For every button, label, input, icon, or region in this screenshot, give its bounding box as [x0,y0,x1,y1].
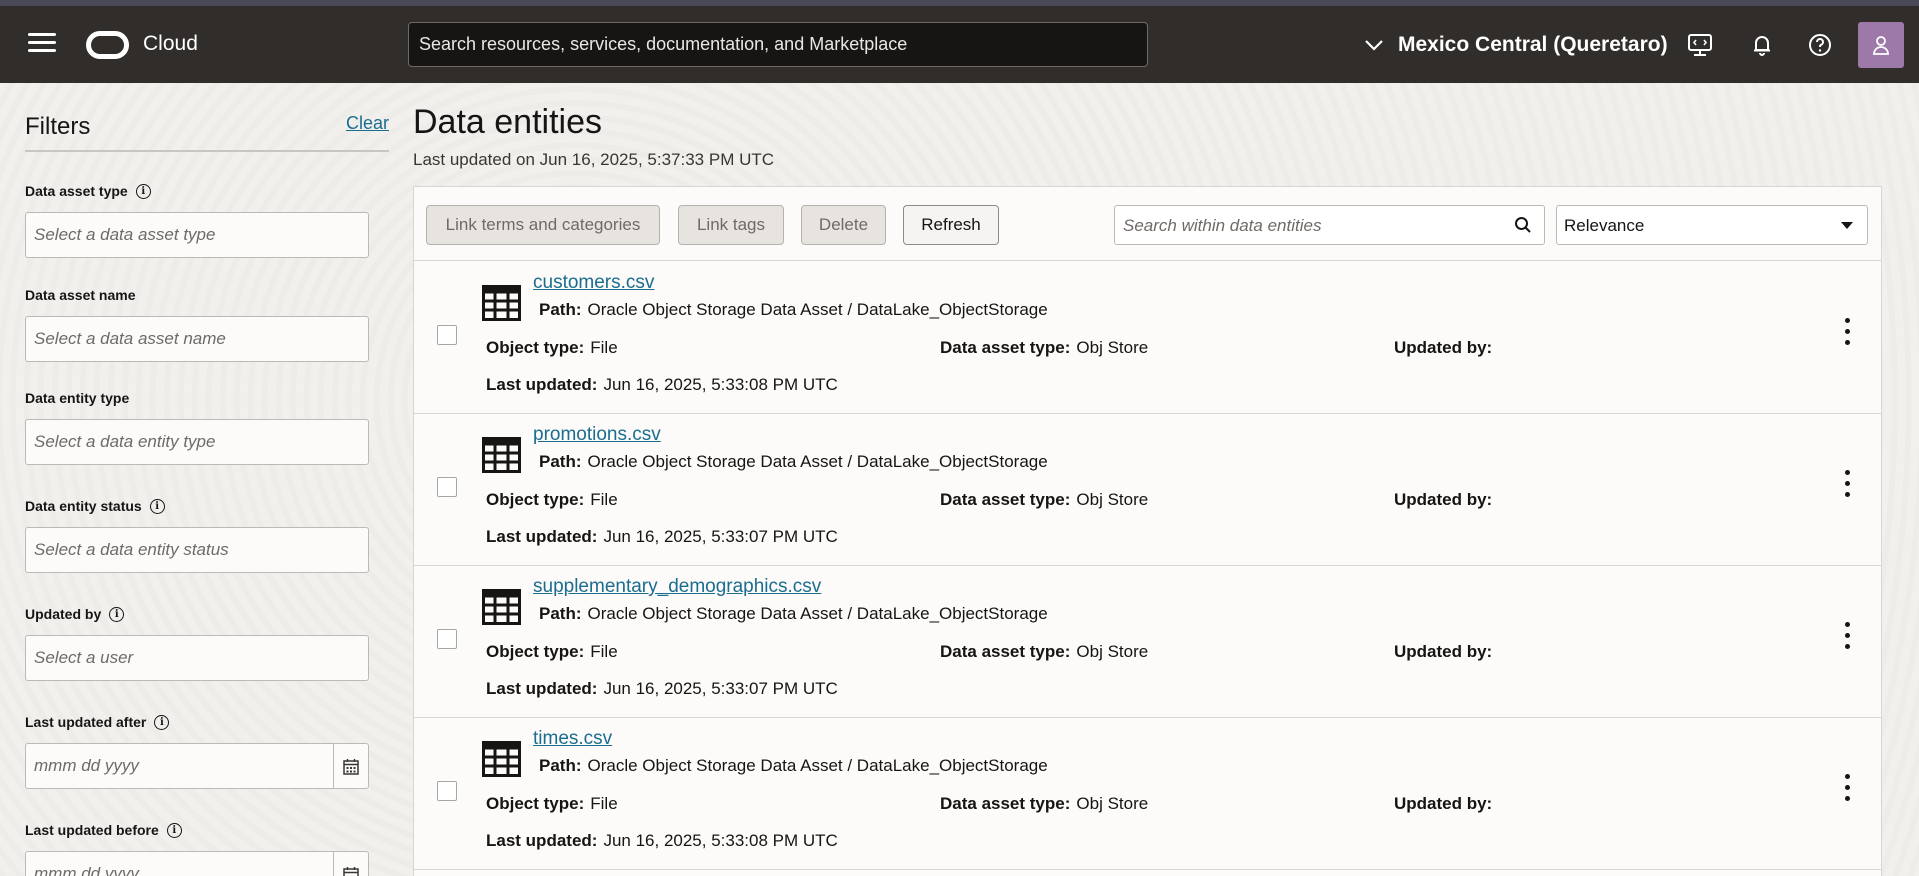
region-label: Mexico Central (Queretaro) [1398,33,1668,56]
data-asset-type-field: Data asset type: Obj Store [940,642,1149,661]
entity-row: customers.csv Path: Oracle Object Storage… [414,262,1881,414]
last-updated-field: Last updated: Jun 16, 2025, 5:33:08 PM UT… [486,831,838,850]
info-icon[interactable]: i [166,822,182,838]
row-checkbox[interactable] [437,781,457,801]
updated-by-field: Updated by: [1394,338,1493,357]
filter-label-last-updated-before: Last updated before i [25,822,182,838]
filters-panel: Filters Clear Data asset type i Select a … [25,83,389,876]
row-checkbox[interactable] [437,629,457,649]
entity-path: Path: Oracle Object Storage Data Asset / … [539,756,1048,775]
entity-name-link[interactable]: supplementary_demographics.csv [533,576,821,598]
data-asset-type-field: Data asset type: Obj Store [940,338,1149,357]
table-icon [482,437,521,473]
filter-label-data-asset-name: Data asset name [25,287,136,303]
last-updated-field: Last updated: Jun 16, 2025, 5:33:07 PM UT… [486,527,838,546]
filters-title: Filters [25,113,91,140]
entity-search-placeholder: Search within data entities [1123,216,1322,235]
caret-down-icon [1841,222,1853,229]
object-type-field: Object type: File [486,490,618,509]
user-icon [1873,36,1889,55]
filters-divider [25,150,389,152]
data-asset-type-select[interactable]: Select a data asset type [25,212,369,258]
data-asset-name-select[interactable]: Select a data asset name [25,316,369,362]
input-divider [333,744,334,788]
help-icon[interactable] [1806,31,1834,59]
object-type-field: Object type: File [486,642,618,661]
last-updated-text: Last updated on Jun 16, 2025, 5:37:33 PM… [413,150,775,169]
table-icon [482,741,521,777]
refresh-button[interactable]: Refresh [903,205,999,245]
updated-by-select[interactable]: Select a user [25,635,369,681]
last-updated-field: Last updated: Jun 16, 2025, 5:33:08 PM UT… [486,375,838,394]
region-selector[interactable]: Mexico Central (Queretaro) [1364,30,1668,60]
global-search-input[interactable]: Search resources, services, documentatio… [408,22,1148,67]
data-asset-type-field: Data asset type: Obj Store [940,794,1149,813]
top-navigation-bar: Cloud Search resources, services, docume… [0,6,1919,83]
info-icon[interactable]: i [149,498,165,514]
entity-name-link[interactable]: customers.csv [533,272,654,294]
filter-label-updated-by: Updated by i [25,606,125,622]
info-icon[interactable]: i [154,714,170,730]
chevron-down-icon [1365,40,1383,51]
page-title: Data entities [413,103,602,141]
bell-icon[interactable] [1748,31,1776,59]
entity-row: supplementary_demographics.csv Path: Orac… [414,566,1881,718]
sort-value: Relevance [1564,216,1645,235]
updated-by-field: Updated by: [1394,794,1493,813]
kebab-menu-icon[interactable] [1839,318,1855,350]
input-divider [333,852,334,876]
sort-select[interactable]: Relevance [1556,205,1868,245]
data-entities-panel: Link terms and categories Link tags Dele… [413,186,1882,876]
brand-label[interactable]: Cloud [143,32,198,56]
last-updated-field: Last updated: Jun 16, 2025, 5:33:07 PM UT… [486,679,838,698]
object-type-field: Object type: File [486,794,618,813]
entity-path: Path: Oracle Object Storage Data Asset / … [539,604,1048,623]
table-icon [482,589,521,625]
entity-search-input[interactable]: Search within data entities [1114,205,1545,245]
link-tags-button[interactable]: Link tags [678,205,784,245]
data-entity-type-select[interactable]: Select a data entity type [25,419,369,465]
search-icon[interactable] [1514,216,1532,234]
last-updated-after-date-input[interactable]: mmm dd yyyy [25,743,369,789]
clear-filters-link[interactable]: Clear [346,113,389,134]
data-entity-status-select[interactable]: Select a data entity status [25,527,369,573]
hamburger-icon[interactable] [28,33,56,57]
kebab-menu-icon[interactable] [1839,774,1855,806]
table-icon [482,285,521,321]
kebab-menu-icon[interactable] [1839,622,1855,654]
info-icon[interactable]: i [109,606,125,622]
filter-label-data-entity-type: Data entity type [25,390,130,406]
entity-name-link[interactable]: times.csv [533,728,612,750]
object-type-field: Object type: File [486,338,618,357]
entity-path: Path: Oracle Object Storage Data Asset / … [539,452,1048,471]
filter-label-data-entity-status: Data entity status i [25,498,165,514]
kebab-menu-icon[interactable] [1839,470,1855,502]
row-checkbox[interactable] [437,477,457,497]
link-terms-button[interactable]: Link terms and categories [426,205,660,245]
entity-path: Path: Oracle Object Storage Data Asset / … [539,300,1048,319]
toolbar: Link terms and categories Link tags Dele… [414,187,1881,261]
entity-name-link[interactable]: promotions.csv [533,424,661,446]
user-avatar[interactable] [1858,22,1904,68]
data-asset-type-field: Data asset type: Obj Store [940,490,1149,509]
entity-row: times.csv Path: Oracle Object Storage Dat… [414,718,1881,870]
cloud-logo-icon[interactable] [86,31,129,59]
entity-row: promotions.csv Path: Oracle Object Storag… [414,414,1881,566]
last-updated-before-date-input[interactable]: mmm dd yyyy [25,851,369,876]
info-icon[interactable]: i [135,183,151,199]
updated-by-field: Updated by: [1394,490,1493,509]
filter-label-last-updated-after: Last updated after i [25,714,170,730]
row-checkbox[interactable] [437,325,457,345]
date-placeholder: mmm dd yyyy [34,864,139,876]
calendar-icon[interactable] [342,866,360,876]
filter-label-data-asset-type: Data asset type i [25,183,151,199]
date-placeholder: mmm dd yyyy [34,756,139,775]
cloud-shell-icon[interactable] [1686,31,1714,59]
calendar-icon[interactable] [342,758,360,776]
updated-by-field: Updated by: [1394,642,1493,661]
delete-button[interactable]: Delete [801,205,886,245]
